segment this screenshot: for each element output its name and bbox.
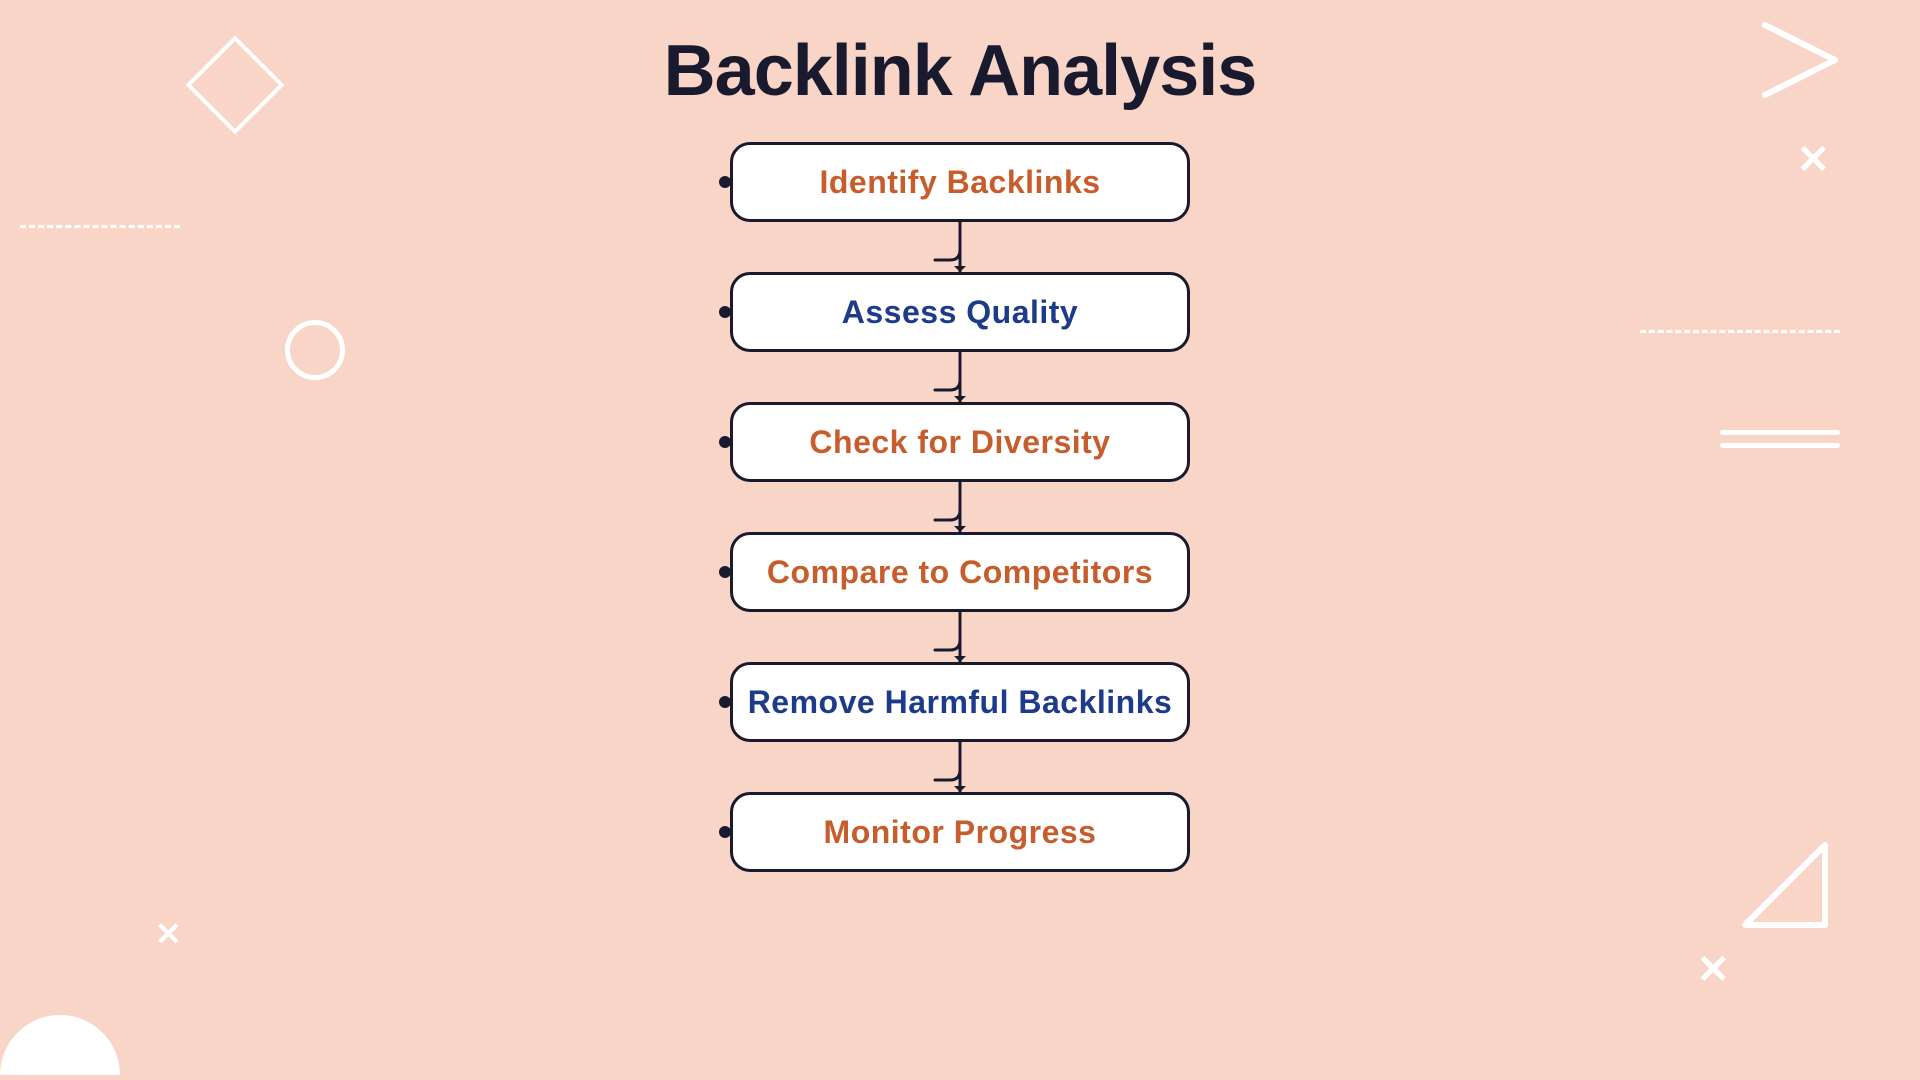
step-assess-quality: Assess Quality [730, 272, 1190, 352]
page-title: Backlink Analysis [664, 30, 1257, 112]
flowchart: Identify Backlinks Assess Quality Check … [730, 142, 1190, 872]
arrow-1 [920, 222, 1000, 272]
main-content: Backlink Analysis Identify Backlinks Ass… [0, 0, 1920, 1080]
step-compare-competitors: Compare to Competitors [730, 532, 1190, 612]
step-check-diversity: Check for Diversity [730, 402, 1190, 482]
step-3-label: Check for Diversity [809, 424, 1110, 461]
step-1-label: Identify Backlinks [819, 164, 1100, 201]
step-identify-backlinks: Identify Backlinks [730, 142, 1190, 222]
arrow-4 [920, 612, 1000, 662]
step-6-label: Monitor Progress [824, 814, 1097, 851]
step-4-label: Compare to Competitors [767, 554, 1153, 591]
arrow-3 [920, 482, 1000, 532]
step-remove-harmful: Remove Harmful Backlinks [730, 662, 1190, 742]
step-5-label: Remove Harmful Backlinks [748, 684, 1173, 721]
arrow-5 [920, 742, 1000, 792]
arrow-2 [920, 352, 1000, 402]
step-monitor-progress: Monitor Progress [730, 792, 1190, 872]
step-2-label: Assess Quality [842, 294, 1078, 331]
